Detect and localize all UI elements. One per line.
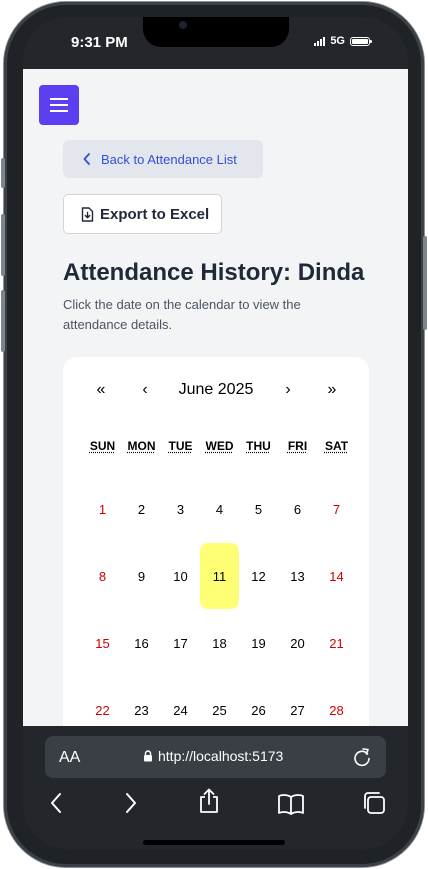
status-bar: 9:31 PM 5G [23, 17, 408, 69]
calendar-day[interactable]: 21 [317, 610, 356, 676]
calendar-day[interactable]: 3 [161, 476, 200, 542]
volume-down-button [1, 290, 5, 352]
text-size-button[interactable]: AA [59, 749, 80, 767]
calendar-day[interactable]: 1 [83, 476, 122, 542]
browser-toolbar: AA http://localhost:5173 [23, 726, 408, 849]
calendar-day[interactable]: 2 [122, 476, 161, 542]
back-button-label: Back to Attendance List [101, 151, 237, 167]
lock-icon [144, 750, 152, 762]
file-download-icon [81, 206, 94, 222]
url-text: http://localhost:5173 [158, 748, 284, 764]
share-icon[interactable] [198, 788, 220, 814]
calendar-day[interactable]: 27 [278, 677, 317, 726]
prev-year-button[interactable]: « [89, 381, 113, 399]
hamburger-icon [50, 98, 68, 112]
chevron-left-icon [83, 153, 90, 165]
calendar-day[interactable]: 4 [200, 476, 239, 542]
calendar-day[interactable]: 26 [239, 677, 278, 726]
signal-icon [314, 36, 326, 46]
battery-icon [350, 36, 372, 46]
weekday-header: THU [246, 439, 271, 453]
calendar-month-title[interactable]: June 2025 [153, 381, 279, 399]
power-button [423, 236, 427, 330]
address-bar[interactable]: AA http://localhost:5173 [45, 736, 386, 778]
status-indicators: 5G [314, 35, 372, 47]
menu-button[interactable] [39, 85, 79, 125]
export-excel-button[interactable]: Export to Excel [63, 194, 222, 234]
calendar-day[interactable]: 23 [122, 677, 161, 726]
calendar-day[interactable]: 12 [239, 543, 278, 609]
screen: 9:31 PM 5G Back to Attendance List Expor… [23, 17, 408, 849]
calendar-day[interactable]: 6 [278, 476, 317, 542]
reload-icon[interactable] [352, 746, 372, 768]
forward-arrow-icon[interactable] [124, 792, 138, 814]
page-title: Attendance History: Dinda [63, 259, 365, 286]
calendar-day[interactable]: 14 [317, 543, 356, 609]
calendar-day[interactable]: 13 [278, 543, 317, 609]
calendar-card: « ‹ June 2025 › » SUN MON TUE WED THU FRI SAT … [63, 357, 369, 726]
next-month-button[interactable]: › [276, 381, 300, 399]
back-arrow-icon[interactable] [49, 792, 63, 814]
calendar-day[interactable]: 15 [83, 610, 122, 676]
calendar-day[interactable]: 5 [239, 476, 278, 542]
home-indicator [143, 840, 285, 845]
calendar-day[interactable]: 20 [278, 610, 317, 676]
calendar-day[interactable]: 7 [317, 476, 356, 542]
calendar-day[interactable]: 22 [83, 677, 122, 726]
calendar-day[interactable]: 28 [317, 677, 356, 726]
mute-switch [1, 158, 5, 188]
export-button-label: Export to Excel [100, 205, 210, 223]
weekday-header: WED [205, 439, 234, 453]
calendar-day[interactable]: 25 [200, 677, 239, 726]
status-time: 9:31 PM [71, 34, 128, 51]
tabs-icon[interactable] [362, 791, 386, 815]
weekday-header: SUN [89, 439, 116, 453]
next-year-button[interactable]: » [320, 381, 344, 399]
calendar-navigation: « ‹ June 2025 › » [63, 381, 369, 405]
calendar-day[interactable]: 9 [122, 543, 161, 609]
page-subtitle: Click the date on the calendar to view t… [63, 297, 301, 332]
weekday-header: SAT [324, 439, 349, 453]
calendar-day[interactable]: 19 [239, 610, 278, 676]
weekday-header: TUE [168, 439, 193, 453]
volume-up-button [1, 214, 5, 276]
network-label: 5G [330, 35, 345, 47]
web-content: Back to Attendance List Export to Excel … [23, 69, 408, 726]
calendar-day[interactable]: 16 [122, 610, 161, 676]
weekday-header: MON [127, 439, 156, 453]
url-display[interactable]: http://localhost:5173 [143, 748, 283, 764]
calendar-day[interactable]: 18 [200, 610, 239, 676]
front-camera [179, 21, 187, 29]
weekday-header: FRI [287, 439, 308, 453]
back-to-list-button[interactable]: Back to Attendance List [63, 140, 263, 178]
calendar-day[interactable]: 10 [161, 543, 200, 609]
calendar-day[interactable]: 24 [161, 677, 200, 726]
bookmarks-icon[interactable] [277, 793, 305, 815]
calendar-day[interactable]: 17 [161, 610, 200, 676]
calendar-day[interactable]: 11 [200, 543, 239, 609]
notch [143, 17, 289, 47]
calendar-day[interactable]: 8 [83, 543, 122, 609]
